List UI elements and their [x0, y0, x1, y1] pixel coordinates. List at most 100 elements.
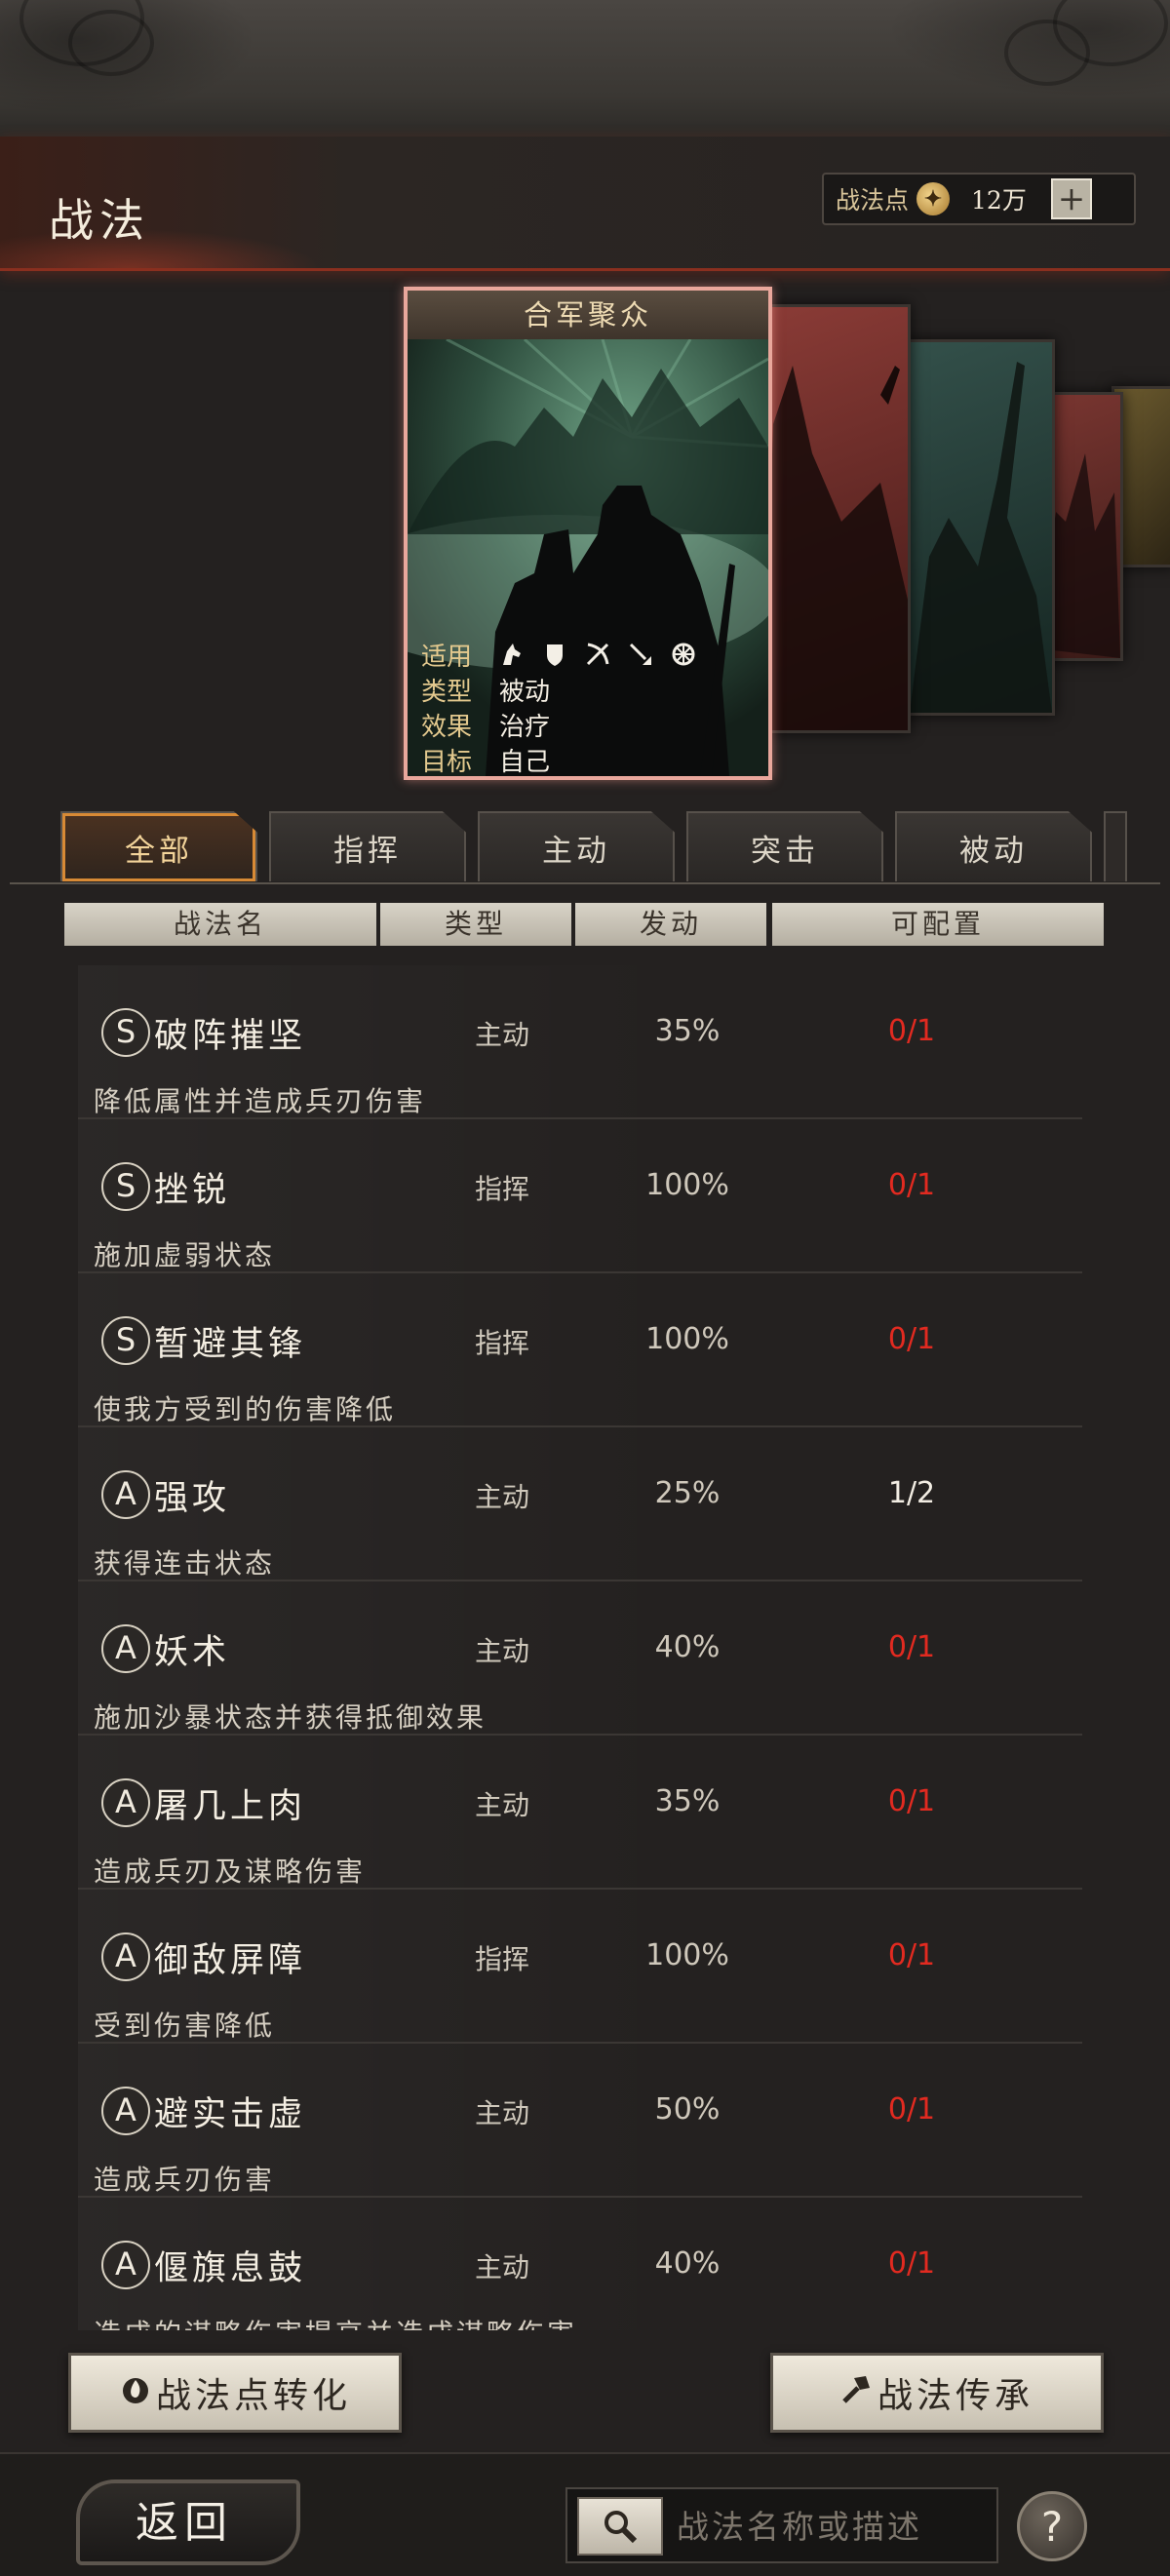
grade-badge: A [101, 1932, 150, 1981]
skill-points-box: 战法点 ✦ 12万 + [822, 173, 1136, 225]
skill-description: 获得连击状态 [94, 1547, 276, 1580]
card-row-range: 适用 [408, 637, 768, 672]
skill-config: 0/1 [887, 1168, 936, 1202]
skill-description: 受到伤害降低 [94, 2010, 276, 2042]
tab-active[interactable]: 主动 [478, 811, 675, 881]
skill-type: 指挥 [474, 1173, 529, 1205]
skill-name: 偃旗息鼓 [154, 2249, 307, 2288]
flame-icon [119, 2372, 152, 2414]
skill-description: 降低属性并造成兵刃伤害 [94, 1085, 427, 1117]
card-value: 治疗 [499, 712, 551, 742]
card-value: 被动 [499, 677, 551, 707]
skill-description: 造成兵刃及谋略伤害 [94, 1855, 367, 1888]
skill-name: 暂避其锋 [154, 1325, 307, 1364]
tab-all[interactable]: 全部 [60, 811, 257, 881]
grade-badge: A [101, 2087, 150, 2135]
back-button[interactable]: 返回 [76, 2479, 300, 2565]
wheel-icon [671, 642, 696, 667]
skill-type: 主动 [474, 1481, 529, 1513]
column-header-name[interactable]: 战法名 [64, 903, 376, 946]
skill-config: 0/1 [887, 2246, 936, 2281]
page-title: 战法 [49, 194, 150, 247]
inherit-skill-button[interactable]: 战法传承 [770, 2353, 1104, 2433]
skill-name: 挫锐 [154, 1171, 231, 1210]
skill-rate: 50% [654, 2092, 721, 2127]
skill-points-label: 战法点 [836, 186, 910, 215]
skill-rate: 40% [654, 1630, 721, 1664]
search-input[interactable] [675, 2499, 991, 2554]
skill-name: 屠几上肉 [154, 1787, 307, 1826]
search-icon [604, 2511, 638, 2544]
featured-card-info: 适用 类型 被动 效果 治疗 目标 自己 [408, 637, 768, 777]
skill-row[interactable]: A 屠几上肉 主动 35% 0/1 造成兵刃及谋略伤害 [78, 1736, 1082, 1890]
column-header-config[interactable]: 可配置 [772, 903, 1104, 946]
tab-overflow[interactable] [1104, 811, 1127, 881]
carousel-card[interactable] [907, 339, 1055, 716]
help-button[interactable]: ? [1017, 2491, 1087, 2561]
skill-row[interactable]: A 强攻 主动 25% 1/2 获得连击状态 [78, 1427, 1082, 1581]
carousel-card[interactable] [760, 304, 911, 733]
skill-type: 主动 [474, 2097, 529, 2129]
tab-assault[interactable]: 突击 [686, 811, 883, 881]
convert-points-button[interactable]: 战法点转化 [68, 2353, 402, 2433]
skill-type: 指挥 [474, 1943, 529, 1975]
skill-description: 施加沙暴状态并获得抵御效果 [94, 1701, 488, 1734]
add-points-button[interactable]: + [1051, 178, 1093, 219]
skill-config: 0/1 [887, 1784, 936, 1818]
skill-type: 主动 [474, 1019, 529, 1051]
card-row-target: 目标 自己 [408, 742, 768, 777]
tab-command[interactable]: 指挥 [269, 811, 466, 881]
skill-row[interactable]: S 挫锐 指挥 100% 0/1 施加虚弱状态 [78, 1119, 1082, 1273]
skill-name: 妖术 [154, 1633, 231, 1672]
skill-rate: 100% [645, 1168, 729, 1202]
card-value: 自己 [499, 747, 551, 777]
skill-card-carousel[interactable]: 合军聚众 适用 类型 被动 效果 治疗 目标 自己 [0, 271, 1170, 780]
card-key: 目标 [421, 747, 473, 777]
skill-row[interactable]: A 妖术 主动 40% 0/1 施加沙暴状态并获得抵御效果 [78, 1581, 1082, 1736]
skill-config: 1/2 [887, 1476, 936, 1510]
skill-name: 强攻 [154, 1479, 231, 1518]
skill-config: 0/1 [887, 1630, 936, 1664]
column-header-type[interactable]: 类型 [380, 903, 571, 946]
page-header: 战法 战法点 ✦ 12万 + [0, 137, 1170, 271]
skill-name: 避实击虚 [154, 2095, 307, 2134]
skill-config: 0/1 [887, 2092, 936, 2127]
card-row-type: 类型 被动 [408, 672, 768, 707]
skill-type: 主动 [474, 1635, 529, 1667]
card-row-effect: 效果 治疗 [408, 707, 768, 742]
skill-rate: 100% [645, 1322, 729, 1356]
grade-badge: S [101, 1162, 150, 1211]
grade-badge: A [101, 1778, 150, 1827]
cavalry-icon [499, 642, 525, 667]
skill-row[interactable]: A 御敌屏障 指挥 100% 0/1 受到伤害降低 [78, 1890, 1082, 2044]
footer-bar: 返回 ? [0, 2452, 1170, 2576]
skill-config: 0/1 [887, 1322, 936, 1356]
skill-row[interactable]: S 破阵摧坚 主动 35% 0/1 降低属性并造成兵刃伤害 [78, 965, 1082, 1119]
tab-passive[interactable]: 被动 [895, 811, 1092, 881]
skill-row[interactable]: S 暂避其锋 指挥 100% 0/1 使我方受到的伤害降低 [78, 1273, 1082, 1427]
featured-card-title: 合军聚众 [408, 291, 768, 339]
search-button[interactable] [577, 2497, 663, 2556]
skill-rate: 25% [654, 1476, 721, 1510]
spear-icon [628, 642, 653, 667]
skill-description: 使我方受到的伤害降低 [94, 1393, 397, 1425]
coin-icon: ✦ [916, 182, 951, 215]
skill-type: 主动 [474, 2251, 529, 2283]
column-header-rate[interactable]: 发动 [575, 903, 766, 946]
skill-rate: 100% [645, 1938, 729, 1972]
skill-filter-tabs: 全部 指挥 主动 突击 被动 [60, 811, 1127, 881]
inherit-skill-label: 战法传承 [877, 2376, 1034, 2416]
skill-type: 指挥 [474, 1327, 529, 1359]
skill-points-value: 12万 [971, 186, 1027, 215]
grade-badge: S [101, 1316, 150, 1365]
hammer-icon [840, 2372, 874, 2414]
card-key: 适用 [421, 642, 473, 672]
skill-row[interactable]: A 避实击虚 主动 50% 0/1 造成兵刃伤害 [78, 2044, 1082, 2198]
featured-skill-card[interactable]: 合军聚众 适用 类型 被动 效果 治疗 目标 自己 [404, 287, 772, 780]
card-key: 效果 [421, 712, 473, 742]
card-key: 类型 [421, 677, 473, 707]
troop-type-icons [499, 642, 696, 667]
skill-row[interactable]: A 偃旗息鼓 主动 40% 0/1 造成的谋略伤害提高并造成谋略伤害 [78, 2198, 1082, 2330]
skill-list[interactable]: S 破阵摧坚 主动 35% 0/1 降低属性并造成兵刃伤害 S 挫锐 指挥 10… [78, 965, 1092, 2330]
grade-badge: A [101, 1470, 150, 1519]
